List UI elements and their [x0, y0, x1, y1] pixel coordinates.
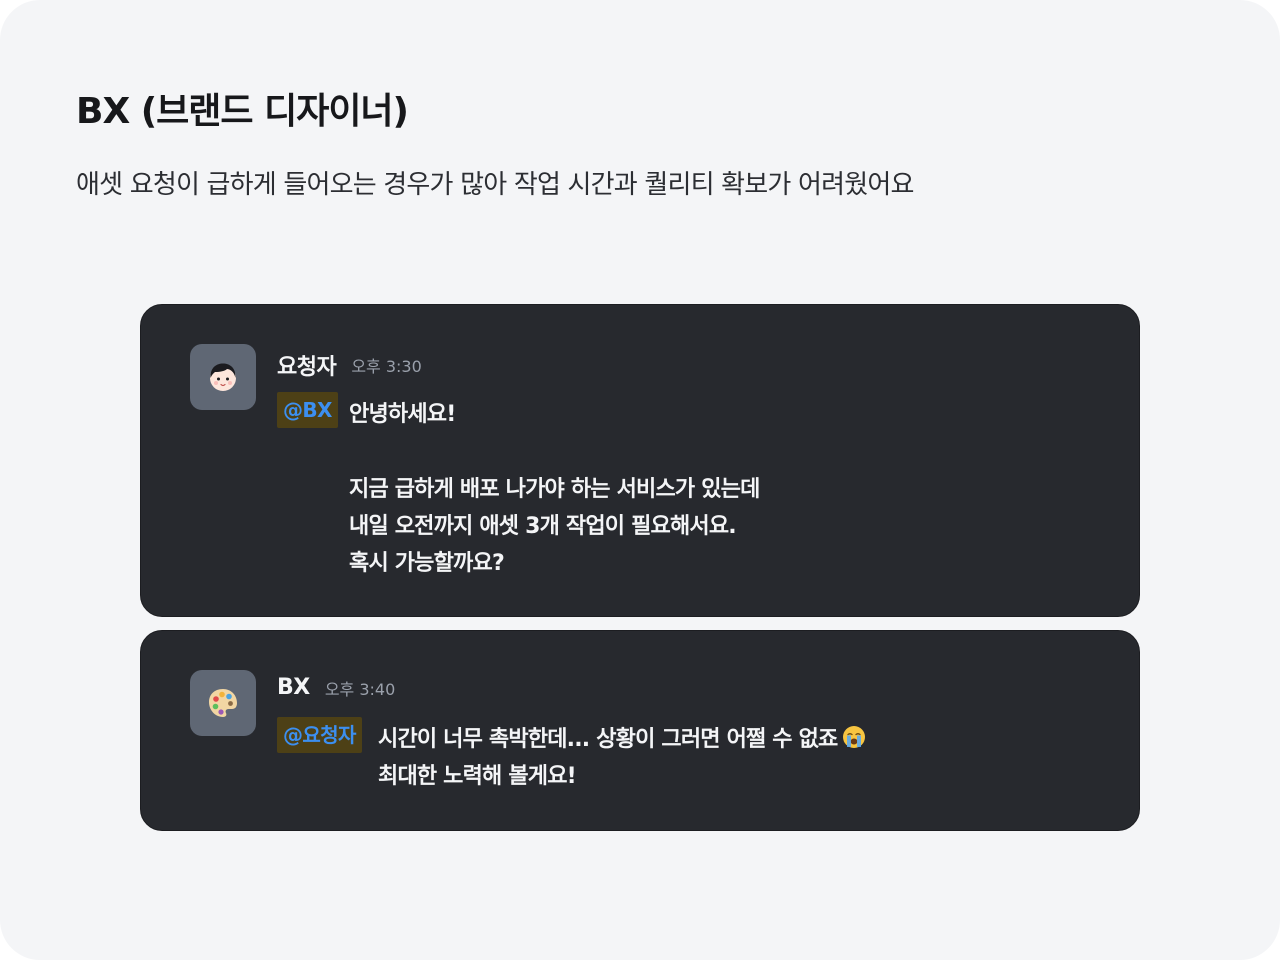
message-text-line: 안녕하세요!	[349, 402, 456, 427]
crying-face-icon	[842, 726, 865, 748]
page-subtitle: 애셋 요청이 급하게 들어오는 경우가 많아 작업 시간과 퀄리티 확보가 어려…	[76, 170, 914, 200]
message-author[interactable]: 요청자	[277, 355, 337, 380]
message-timestamp: 오후 3:40	[324, 679, 396, 699]
person-face-icon	[210, 363, 236, 391]
message-text-line: 시간이 너무 촉박한데... 상황이 그러면 어쩔 수 없죠	[378, 721, 866, 753]
message-card-bx: BX 오후 3:40 @요청자 시간이 너무 촉박한데... 상황이 그러면 어…	[140, 630, 1140, 831]
palette-icon	[209, 689, 237, 717]
page-title: BX (브랜드 디자이너)	[76, 91, 409, 132]
avatar[interactable]	[190, 344, 256, 410]
message-text-line: 혹시 가능할까요?	[349, 551, 505, 576]
avatar[interactable]	[190, 670, 256, 736]
message-header: BX 오후 3:40	[277, 675, 395, 700]
page: BX (브랜드 디자이너) 애셋 요청이 급하게 들어오는 경우가 많아 작업 …	[0, 0, 1280, 960]
message-text: 시간이 너무 촉박한데... 상황이 그러면 어쩔 수 없죠	[378, 727, 838, 752]
message-header: 요청자 오후 3:30	[277, 349, 422, 381]
message-text-line: 최대한 노력해 볼게요!	[378, 764, 577, 789]
mention-tag[interactable]: @BX	[277, 392, 338, 428]
message-author[interactable]: BX	[277, 675, 310, 700]
message-text-line: 지금 급하게 배포 나가야 하는 서비스가 있는데	[349, 477, 760, 502]
message-card-requester: 요청자 오후 3:30 @BX 안녕하세요! 지금 급하게 배포 나가야 하는 …	[140, 304, 1140, 617]
mention-tag[interactable]: @요청자	[277, 717, 362, 753]
message-timestamp: 오후 3:30	[351, 357, 422, 376]
message-text-line: 내일 오전까지 애셋 3개 작업이 필요해서요.	[349, 514, 737, 539]
